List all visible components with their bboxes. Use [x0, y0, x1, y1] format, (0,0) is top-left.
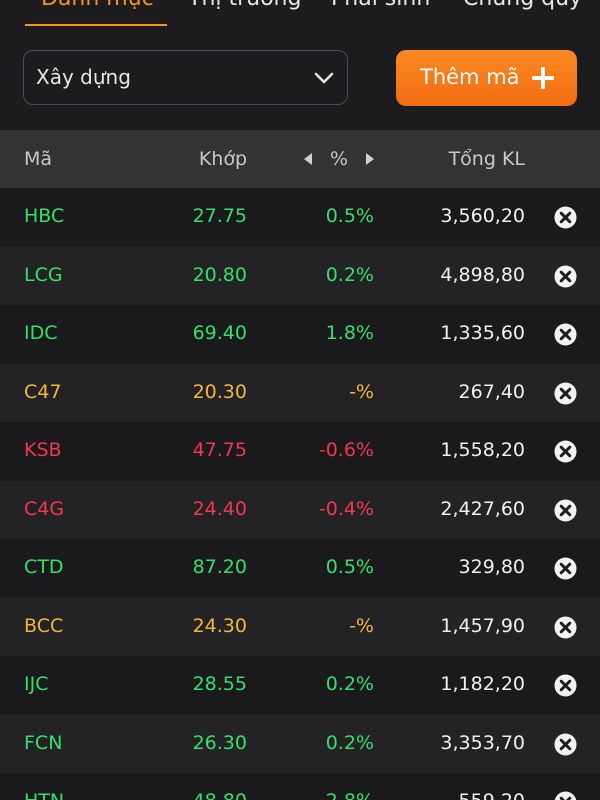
- table-row[interactable]: C47 20.30 -% 267,40: [0, 363, 600, 422]
- row-code[interactable]: HTN: [24, 790, 64, 800]
- close-circle-icon[interactable]: [554, 264, 577, 288]
- row-percent: -0.6%: [318, 439, 374, 461]
- row-price: 20.80: [192, 263, 247, 286]
- row-price: 28.55: [192, 673, 247, 695]
- row-volume: 1,558,20: [440, 439, 525, 461]
- row-code[interactable]: FCN: [24, 732, 62, 754]
- row-volume: 267,40: [458, 380, 525, 403]
- row-code[interactable]: C4G: [24, 498, 64, 520]
- add-symbol-label: Thêm mã: [420, 65, 520, 89]
- close-circle-icon[interactable]: [554, 206, 577, 229]
- table-row[interactable]: LCG 20.80 0.2% 4,898,80: [0, 246, 600, 305]
- controls-bar: Xây dựng Thêm mã: [0, 26, 600, 130]
- row-percent: 2.8%: [326, 790, 374, 800]
- row-code[interactable]: IDC: [24, 322, 58, 344]
- tab-danh-muc[interactable]: Danh mục: [41, 0, 154, 11]
- table-row[interactable]: KSB 47.75 -0.6% 1,558,20: [0, 422, 600, 480]
- row-percent: -%: [349, 614, 374, 637]
- row-percent: 0.5%: [325, 556, 374, 578]
- row-volume: 3,353,70: [440, 731, 525, 754]
- row-code[interactable]: KSB: [24, 439, 62, 461]
- watchlist-table: HBC 27.75 0.5% 3,560,20 LCG 20.80 0.2% 4,898,80…: [0, 188, 600, 800]
- row-volume: 2,427,60: [440, 497, 525, 520]
- category-select[interactable]: Xây dựng: [23, 50, 348, 105]
- row-volume: 3,560,20: [440, 205, 525, 227]
- row-volume: 4,898,80: [440, 263, 525, 286]
- close-circle-icon[interactable]: [554, 791, 577, 800]
- row-price: 69.40: [192, 322, 247, 344]
- row-percent: 0.2%: [325, 673, 374, 695]
- row-percent: 0.2%: [325, 263, 374, 286]
- row-price: 27.75: [192, 205, 247, 227]
- close-circle-icon[interactable]: [554, 557, 577, 580]
- row-price: 48.80: [193, 790, 247, 800]
- table-row[interactable]: BCC 24.30 -% 1,457,90: [0, 597, 600, 656]
- table-row[interactable]: HBC 27.75 0.5% 3,560,20: [0, 188, 600, 246]
- row-code[interactable]: C47: [24, 381, 61, 403]
- caret-left-icon[interactable]: [304, 153, 312, 165]
- close-circle-icon[interactable]: [554, 440, 577, 463]
- row-percent: -%: [349, 380, 374, 403]
- table-row[interactable]: IDC 69.40 1.8% 1,335,60: [0, 305, 600, 363]
- table-row[interactable]: C4G 24.40 -0.4% 2,427,60: [0, 480, 600, 539]
- row-volume: 329,80: [458, 556, 525, 578]
- row-volume: 559,20: [459, 790, 525, 800]
- row-volume: 1,182,20: [440, 673, 525, 695]
- close-circle-icon[interactable]: [554, 498, 577, 522]
- row-percent: -0.4%: [318, 497, 374, 520]
- plus-icon: [532, 67, 554, 89]
- header-price[interactable]: Khớp: [199, 148, 247, 170]
- row-volume: 1,457,90: [440, 614, 525, 637]
- row-volume: 1,335,60: [440, 322, 525, 344]
- caret-right-icon[interactable]: [366, 153, 374, 165]
- row-code[interactable]: IJC: [24, 673, 48, 695]
- row-price: 24.40: [192, 497, 247, 520]
- row-price: 87.20: [192, 556, 247, 578]
- close-circle-icon[interactable]: [554, 615, 577, 639]
- row-price: 20.30: [192, 380, 247, 403]
- header-volume[interactable]: Tổng KL: [449, 148, 525, 170]
- tab-chung-quy[interactable]: Chứng quỹ: [463, 0, 582, 11]
- table-row[interactable]: HTN 48.80 2.8% 559,20: [0, 773, 600, 800]
- row-code[interactable]: CTD: [24, 556, 64, 578]
- row-price: 24.30: [192, 614, 247, 637]
- table-row[interactable]: CTD 87.20 0.5% 329,80: [0, 539, 600, 597]
- row-code[interactable]: HBC: [24, 205, 64, 227]
- table-header: Mã Khớp % Tổng KL: [0, 130, 600, 188]
- table-row[interactable]: IJC 28.55 0.2% 1,182,20: [0, 656, 600, 714]
- row-percent: 0.5%: [325, 205, 374, 227]
- category-select-value: Xây dựng: [36, 65, 131, 89]
- table-row[interactable]: FCN 26.30 0.2% 3,353,70: [0, 714, 600, 773]
- row-price: 47.75: [192, 439, 247, 461]
- close-circle-icon[interactable]: [554, 381, 577, 405]
- tab-thi-truong[interactable]: Thị trường: [188, 0, 301, 11]
- chevron-down-icon: [314, 72, 334, 84]
- close-circle-icon[interactable]: [554, 732, 577, 756]
- tab-phai-sinh[interactable]: Phái sinh: [331, 0, 430, 11]
- close-circle-icon[interactable]: [554, 323, 577, 346]
- header-code[interactable]: Mã: [24, 148, 52, 170]
- row-percent: 1.8%: [325, 322, 374, 344]
- row-percent: 0.2%: [325, 731, 374, 754]
- add-symbol-button[interactable]: Thêm mã: [396, 50, 577, 106]
- tab-bar: Danh mục Thị trường Phái sinh Chứng quỹ: [0, 0, 600, 26]
- row-price: 26.30: [192, 731, 247, 754]
- header-percent[interactable]: %: [330, 148, 348, 170]
- row-code[interactable]: BCC: [24, 615, 63, 637]
- close-circle-icon[interactable]: [554, 674, 577, 697]
- row-code[interactable]: LCG: [24, 264, 63, 286]
